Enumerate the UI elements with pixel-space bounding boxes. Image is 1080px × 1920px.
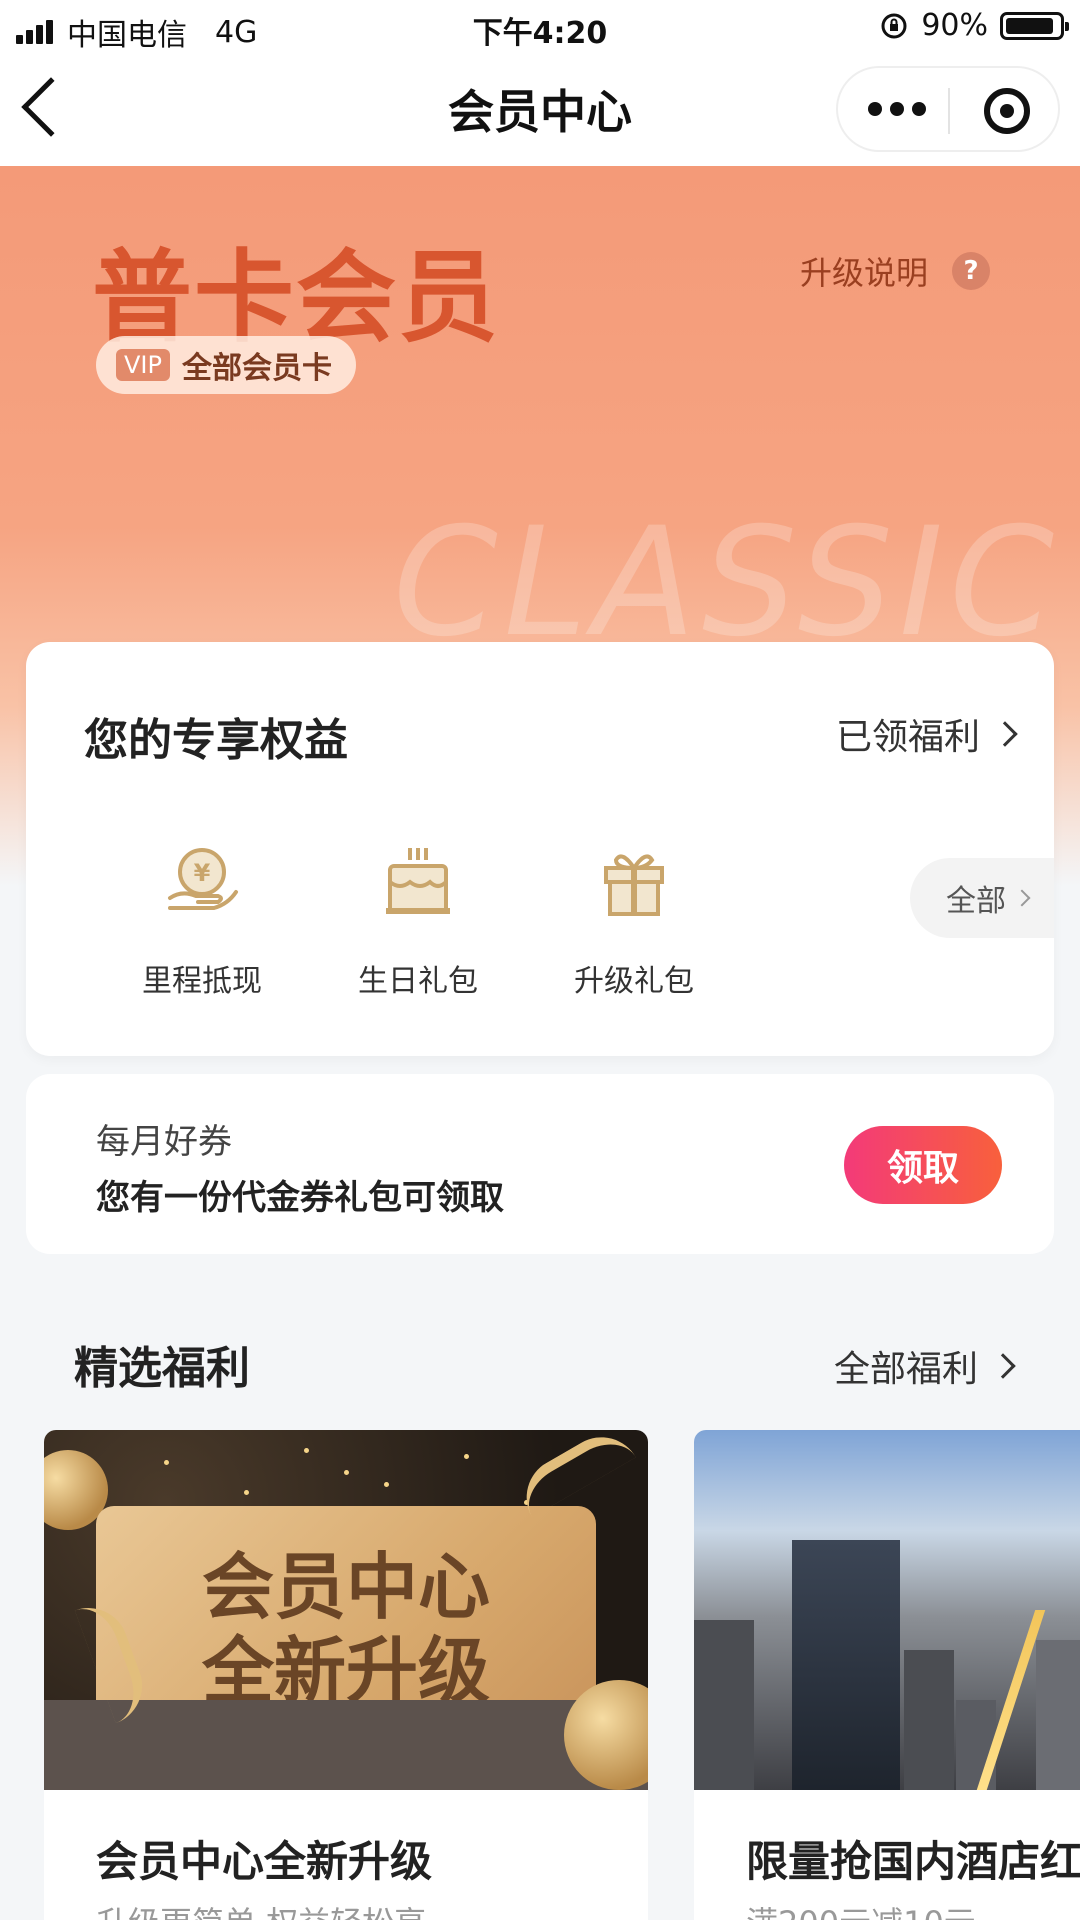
claim-button[interactable]: 领取: [844, 1126, 1002, 1204]
coupon-description: 您有一份代金券礼包可领取: [96, 1178, 504, 1218]
chevron-right-icon: [992, 721, 1018, 747]
upgrade-info-link[interactable]: 升级说明 ?: [800, 248, 990, 294]
all-benefits-button[interactable]: 全部: [910, 858, 1054, 938]
benefit-item-mileage[interactable]: ¥ 里程抵现: [122, 842, 282, 1000]
building-decoration: [1036, 1640, 1080, 1790]
nav-bar: 会员中心: [0, 54, 1080, 166]
battery-level: [1006, 17, 1053, 34]
tower-decoration: [792, 1540, 900, 1790]
envelope-decoration: [44, 1700, 648, 1790]
status-bar: 中国电信 4G 下午4:20 90%: [0, 0, 1080, 54]
status-right: 90%: [879, 8, 1069, 43]
all-featured-link[interactable]: 全部福利: [833, 1340, 1016, 1392]
claimed-benefits-link[interactable]: 已领福利: [835, 708, 1018, 760]
mini-program-capsule: [836, 66, 1060, 152]
building-decoration: [694, 1620, 754, 1790]
promo-title: 会员中心全新升级: [96, 1837, 433, 1886]
promo-card-upgrade[interactable]: 会员中心 全新升级 会员中心全新升级 升级更简单 权益轻松享: [44, 1430, 648, 1920]
chevron-right-icon: [990, 1353, 1016, 1379]
promo-card-hotel[interactable]: 限量抢国内酒店红 满200元减10元: [694, 1430, 1080, 1920]
capsule-divider: [948, 88, 950, 134]
benefit-label: 里程抵现: [142, 964, 262, 999]
all-featured-label: 全部福利: [833, 1349, 978, 1390]
all-member-cards-button[interactable]: VIP 全部会员卡: [96, 336, 356, 394]
promo-title: 限量抢国内酒店红: [746, 1837, 1080, 1886]
benefit-item-birthday[interactable]: 生日礼包: [338, 842, 498, 1000]
promo-image-upgrade: 会员中心 全新升级: [44, 1430, 648, 1790]
more-icon[interactable]: [868, 102, 926, 116]
benefit-label: 升级礼包: [574, 964, 694, 999]
exclusive-benefits-card: 您的专享权益 已领福利 ¥ 里程抵现 生日礼包 升级礼包 全部: [26, 642, 1054, 1056]
upgrade-info-label: 升级说明: [799, 254, 928, 292]
coin-hand-icon: ¥: [168, 848, 238, 910]
promo-image-hotel: [694, 1430, 1080, 1790]
building-decoration: [904, 1650, 954, 1790]
svg-text:¥: ¥: [194, 859, 211, 887]
target-icon[interactable]: [984, 88, 1030, 134]
battery-icon: [1000, 11, 1069, 40]
benefit-item-upgrade-gift[interactable]: 升级礼包: [554, 842, 714, 1000]
promo-subtitle: 满200元减10元: [746, 1898, 976, 1920]
battery-percent: 90%: [921, 8, 988, 43]
all-benefits-label: 全部: [946, 884, 1006, 919]
chevron-right-icon: [1013, 889, 1031, 907]
all-member-cards-label: 全部会员卡: [181, 351, 332, 386]
promo-image-text-1: 会员中心: [201, 1544, 490, 1629]
rotation-lock-icon: [881, 13, 907, 38]
help-icon: ?: [952, 252, 990, 290]
vip-badge: VIP: [116, 349, 170, 381]
claimed-benefits-label: 已领福利: [835, 717, 980, 758]
promo-subtitle: 升级更简单 权益轻松享: [96, 1898, 426, 1920]
birthday-cake-icon: [386, 848, 450, 914]
monthly-coupon-card: 每月好券 您有一份代金券礼包可领取 领取: [26, 1074, 1054, 1254]
benefits-title: 您的专享权益: [84, 715, 348, 766]
benefit-label: 生日礼包: [358, 964, 478, 999]
coupon-label: 每月好券: [96, 1122, 232, 1162]
gift-box-icon: [604, 854, 664, 916]
ribbon-decoration: [512, 1430, 636, 1518]
featured-title: 精选福利: [74, 1343, 250, 1394]
